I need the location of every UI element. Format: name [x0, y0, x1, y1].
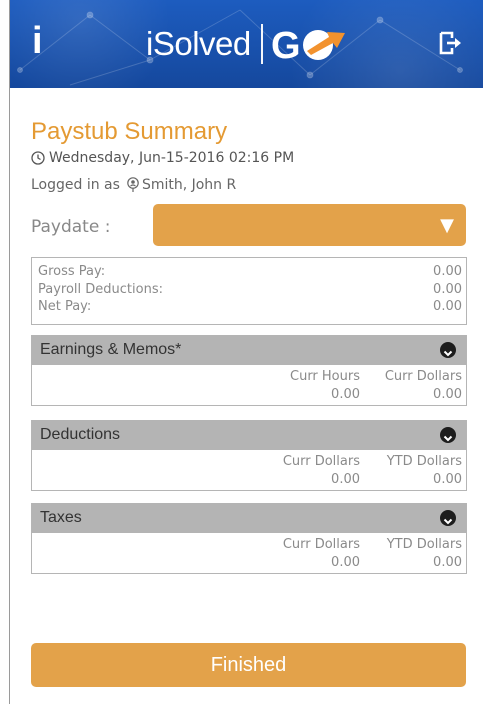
summary-row-gross-pay: Gross Pay: 0.00 — [32, 263, 466, 281]
column-value: 0.00 — [331, 387, 360, 402]
column-header: Curr Dollars — [282, 537, 360, 552]
logout-icon — [439, 31, 461, 55]
taxes-section-header[interactable]: Taxes — [32, 503, 466, 533]
column-header: Curr Dollars — [282, 454, 360, 469]
column-value: 0.00 — [331, 472, 360, 487]
logout-button[interactable] — [438, 30, 464, 60]
chevron-down-circle-icon[interactable] — [440, 510, 456, 526]
earnings-section-header[interactable]: Earnings & Memos* — [32, 335, 466, 365]
clock-icon — [31, 151, 45, 165]
logged-in-line: Logged in as Smith, John R — [31, 177, 236, 193]
gross-pay-value: 0.00 — [433, 264, 462, 279]
earnings-col-curr-dollars: Curr Dollars 0.00 — [385, 365, 462, 404]
summary-row-net-pay: Net Pay: 0.00 — [32, 298, 466, 316]
paydate-label: Paydate : — [31, 217, 111, 237]
payroll-deductions-label: Payroll Deductions: — [38, 281, 163, 297]
caret-down-icon: ▼ — [440, 215, 454, 236]
net-pay-value: 0.00 — [433, 299, 462, 314]
deductions-section-header[interactable]: Deductions — [32, 420, 466, 450]
deductions-section-body: Curr Dollars 0.00 YTD Dollars 0.00 — [32, 450, 466, 490]
column-value: 0.00 — [331, 555, 360, 570]
earnings-section: Earnings & Memos* Curr Hours 0.00 Curr D… — [31, 335, 467, 406]
datetime-text: Wednesday, Jun-15-2016 02:16 PM — [49, 150, 295, 166]
taxes-col-ytd-dollars: YTD Dollars 0.00 — [387, 533, 462, 572]
logo-divider — [260, 24, 263, 64]
paydate-dropdown[interactable]: ▼ — [153, 204, 466, 246]
user-pin-icon — [127, 177, 139, 192]
taxes-section: Taxes Curr Dollars 0.00 YTD Dollars 0.00 — [31, 503, 467, 574]
deductions-col-ytd-dollars: YTD Dollars 0.00 — [387, 450, 462, 489]
chevron-down-circle-icon[interactable] — [440, 427, 456, 443]
earnings-col-curr-hours: Curr Hours 0.00 — [290, 365, 360, 404]
isolved-go-logo: iSolved G — [146, 20, 361, 68]
column-header: Curr Hours — [290, 369, 360, 384]
info-button[interactable]: i — [32, 22, 43, 60]
column-header: YTD Dollars — [386, 454, 462, 469]
earnings-section-title: Earnings & Memos* — [40, 341, 182, 358]
logo-text: iSolved — [146, 25, 251, 62]
net-pay-label: Net Pay: — [38, 299, 92, 314]
pay-summary-box: Gross Pay: 0.00 Payroll Deductions: 0.00… — [31, 257, 467, 325]
gross-pay-label: Gross Pay: — [38, 264, 106, 279]
svg-text:G: G — [271, 25, 301, 67]
datetime-line: Wednesday, Jun-15-2016 02:16 PM — [31, 150, 294, 166]
page-title: Paystub Summary — [31, 118, 228, 145]
taxes-col-curr-dollars: Curr Dollars 0.00 — [283, 533, 360, 572]
logged-in-prefix: Logged in as — [31, 177, 120, 193]
app-header: i iSolved G — [10, 0, 483, 88]
deductions-section-title: Deductions — [40, 426, 121, 443]
finished-button[interactable]: Finished — [31, 643, 466, 687]
deductions-section: Deductions Curr Dollars 0.00 YTD Dollars… — [31, 420, 467, 491]
user-name: Smith, John R — [141, 177, 237, 193]
earnings-section-body: Curr Hours 0.00 Curr Dollars 0.00 — [32, 365, 466, 405]
summary-row-payroll-deductions: Payroll Deductions: 0.00 — [32, 281, 466, 299]
payroll-deductions-value: 0.00 — [433, 281, 462, 297]
column-header: Curr Dollars — [384, 369, 462, 384]
taxes-section-title: Taxes — [40, 509, 82, 526]
column-value: 0.00 — [433, 555, 462, 570]
column-value: 0.00 — [433, 472, 462, 487]
chevron-down-circle-icon[interactable] — [440, 342, 456, 358]
column-header: YTD Dollars — [386, 537, 462, 552]
app-frame: i iSolved G Paystub Summary Wednesday, J… — [9, 0, 483, 704]
go-badge-icon: G — [271, 25, 345, 67]
taxes-section-body: Curr Dollars 0.00 YTD Dollars 0.00 — [32, 533, 466, 573]
deductions-col-curr-dollars: Curr Dollars 0.00 — [283, 450, 360, 489]
column-value: 0.00 — [433, 387, 462, 402]
